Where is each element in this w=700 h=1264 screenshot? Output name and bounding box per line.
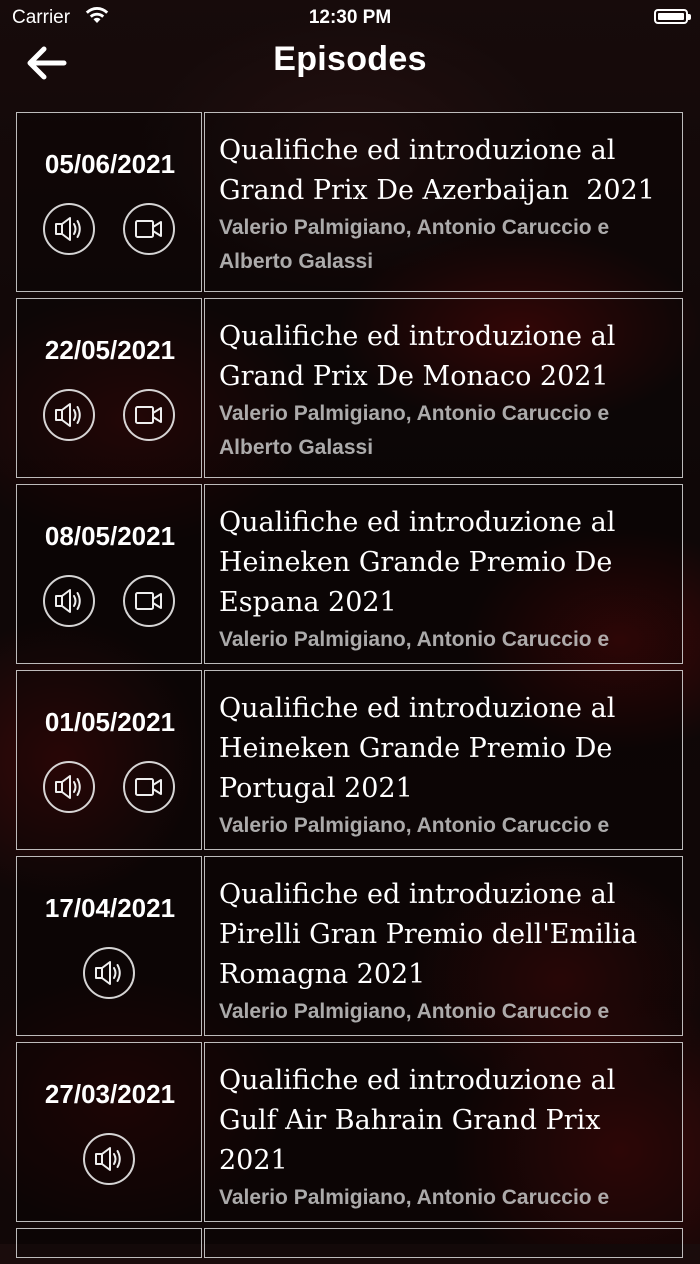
episode-date: 17/04/2021: [44, 893, 176, 923]
play-audio-button[interactable]: [43, 575, 95, 627]
episode-info-cell[interactable]: Qualifiche ed introduzione al Heineken G…: [204, 484, 683, 664]
episode-list[interactable]: 05/06/2021 Qualifiche ed introduzione al …: [16, 112, 684, 1264]
episode-row[interactable]: 05/06/2021 Qualifiche ed introduzione al …: [16, 112, 684, 292]
page-title: Episodes: [273, 40, 427, 78]
episode-title: Qualifiche ed introduzione al Heineken G…: [219, 507, 616, 618]
episode-authors: Valerio Palmigiano, Antonio Caruccio e: [219, 814, 610, 837]
episode-title: Qualifiche ed introduzione al Gulf Air B…: [219, 1065, 616, 1176]
episode-date: 05/06/2021: [44, 149, 176, 179]
episode-date: 27/03/2021: [44, 1079, 176, 1109]
episode-info-cell[interactable]: Qualifiche ed introduzione al Pirelli Gr…: [204, 856, 683, 1036]
episode-row[interactable]: 01/05/2021 Qualifiche ed introduzione al …: [16, 670, 684, 850]
play-video-button[interactable]: [123, 575, 175, 627]
speaker-icon: [55, 775, 81, 799]
episode-media-cell: 22/05/2021: [16, 298, 202, 478]
episode-info-cell[interactable]: Qualifiche ed introduzione al Grand Prix…: [204, 112, 683, 292]
play-video-button[interactable]: [123, 203, 175, 255]
episode-row[interactable]: 08/05/2021 Qualifiche ed introduzione al …: [16, 484, 684, 664]
episode-authors: Valerio Palmigiano, Antonio Caruccio e A…: [219, 402, 610, 459]
clock: 12:30 PM: [308, 7, 392, 28]
episode-row[interactable]: 22/05/2021 Qualifiche ed introduzione al …: [16, 298, 684, 478]
episode-title: Qualifiche ed introduzione al Pirelli Gr…: [219, 879, 638, 990]
episode-row[interactable]: 17/04/2021 Qualifiche ed introduzione al …: [16, 856, 684, 1036]
episode-info-cell[interactable]: Qualifiche ed introduzione al Grand Prix…: [204, 298, 683, 478]
navigation-bar: Episodes: [0, 36, 700, 90]
episode-title: Qualifiche ed introduzione al Heineken G…: [219, 693, 616, 804]
speaker-icon: [95, 961, 121, 985]
episode-row[interactable]: 27/03/2021 Qualifiche ed introduzione al …: [16, 1042, 684, 1222]
speaker-icon: [55, 217, 81, 241]
video-camera-icon: [135, 406, 162, 424]
episode-media-cell: 05/06/2021: [16, 112, 202, 292]
video-camera-icon: [135, 592, 162, 610]
speaker-icon: [95, 1147, 121, 1171]
episode-title: Qualifiche ed introduzione al Grand Prix…: [219, 135, 655, 206]
video-camera-icon: [135, 220, 162, 238]
play-audio-button[interactable]: [43, 761, 95, 813]
episode-row-partial[interactable]: [16, 1228, 684, 1258]
episode-authors: Valerio Palmigiano, Antonio Caruccio e A…: [219, 216, 610, 273]
episode-date: 01/05/2021: [44, 707, 176, 737]
speaker-icon: [55, 589, 81, 613]
episode-authors: Valerio Palmigiano, Antonio Caruccio e: [219, 1000, 610, 1023]
play-audio-button[interactable]: [43, 389, 95, 441]
episode-title: Qualifiche ed introduzione al Grand Prix…: [219, 321, 616, 392]
video-camera-icon: [135, 778, 162, 796]
episode-info-cell[interactable]: [204, 1228, 683, 1258]
status-bar: Carrier 12:30 PM: [0, 0, 700, 36]
speaker-icon: [55, 403, 81, 427]
play-audio-button[interactable]: [83, 1133, 135, 1185]
play-audio-button[interactable]: [43, 203, 95, 255]
play-video-button[interactable]: [123, 761, 175, 813]
episode-media-cell: 08/05/2021: [16, 484, 202, 664]
episode-media-cell: 27/03/2021: [16, 1042, 202, 1222]
play-audio-button[interactable]: [83, 947, 135, 999]
episode-media-cell: [16, 1228, 202, 1258]
episode-info-cell[interactable]: Qualifiche ed introduzione al Gulf Air B…: [204, 1042, 683, 1222]
episode-authors: Valerio Palmigiano, Antonio Caruccio e: [219, 628, 610, 651]
play-video-button[interactable]: [123, 389, 175, 441]
battery-icon: [654, 9, 691, 24]
episode-media-cell: 17/04/2021: [16, 856, 202, 1036]
episode-authors: Valerio Palmigiano, Antonio Caruccio e: [219, 1186, 610, 1209]
episode-media-cell: 01/05/2021: [16, 670, 202, 850]
episode-date: 22/05/2021: [44, 335, 176, 365]
episode-info-cell[interactable]: Qualifiche ed introduzione al Heineken G…: [204, 670, 683, 850]
episode-date: 08/05/2021: [44, 521, 176, 551]
